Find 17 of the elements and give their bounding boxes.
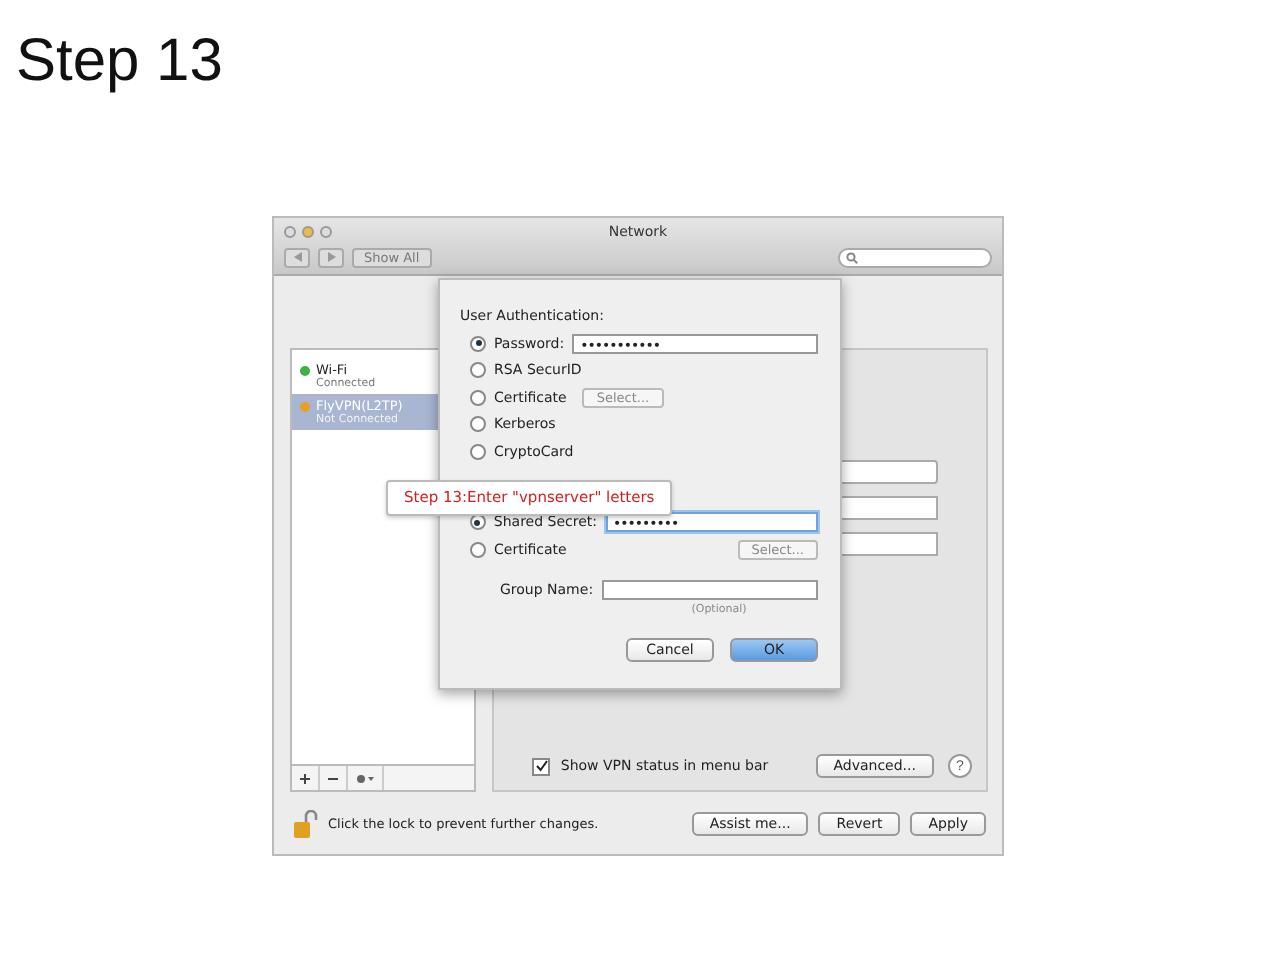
group-name-field[interactable] — [602, 579, 818, 599]
radio-button[interactable] — [470, 541, 486, 558]
radio-button[interactable] — [470, 335, 486, 352]
close-icon[interactable] — [284, 226, 296, 238]
forward-icon[interactable] — [318, 247, 344, 267]
radio-button[interactable] — [470, 389, 486, 406]
search-icon — [846, 251, 858, 263]
back-icon[interactable] — [284, 247, 310, 267]
radio-button[interactable] — [470, 362, 486, 379]
search-field[interactable] — [838, 247, 992, 267]
minimize-icon[interactable] — [302, 226, 314, 238]
zoom-icon[interactable] — [320, 226, 332, 238]
radio-button[interactable] — [470, 416, 486, 433]
lock-icon[interactable] — [294, 810, 318, 838]
checkbox[interactable] — [532, 757, 551, 775]
slide-title: Step 13 — [16, 28, 225, 96]
radio-button[interactable] — [470, 443, 486, 460]
